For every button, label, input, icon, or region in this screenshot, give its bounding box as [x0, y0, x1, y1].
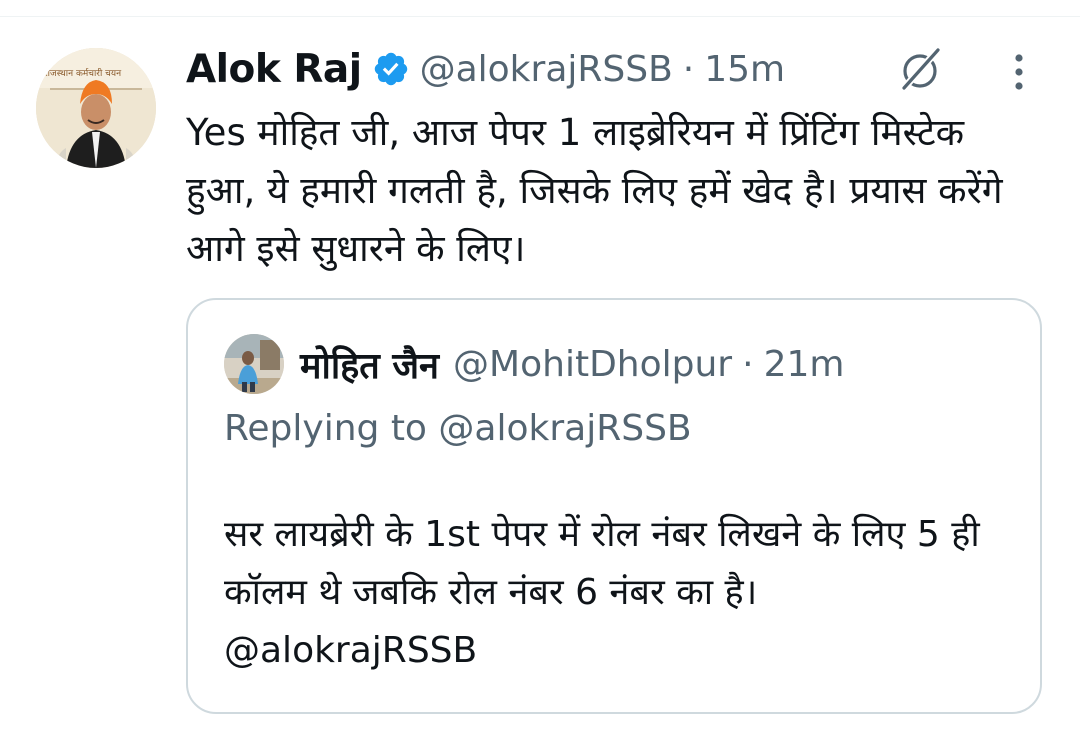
avatar-banner-text: राजस्थान कर्मचारी चयन	[44, 67, 122, 79]
author-avatar-image: राजस्थान कर्मचारी चयन	[36, 48, 156, 168]
quoted-tweet-timestamp[interactable]: 21m	[764, 344, 845, 385]
top-divider	[0, 16, 1080, 17]
quoted-author-handle[interactable]: @MohitDholpur	[453, 344, 732, 385]
grok-icon[interactable]	[894, 44, 946, 96]
separator-dot: ·	[682, 48, 695, 90]
replying-to-text: Replying to @alokrajRSSB	[224, 408, 692, 449]
quoted-tweet-card[interactable]: मोहित जैन @MohitDholpur · 21m Replying t…	[186, 298, 1042, 714]
more-vertical-icon[interactable]	[1006, 50, 1032, 94]
tweet-text: Yes मोहित जी, आज पेपर 1 लाइब्रेरियन में …	[186, 111, 1003, 270]
verified-badge-icon	[374, 52, 407, 86]
quoted-author-avatar[interactable]	[224, 334, 284, 394]
author-name[interactable]: Alok Raj	[186, 47, 362, 92]
author-avatar[interactable]: राजस्थान कर्मचारी चयन	[36, 48, 156, 168]
quoted-author-name[interactable]: मोहित जैन	[300, 340, 439, 389]
quoted-separator-dot: ·	[742, 343, 754, 385]
quoted-tweet-text: सर लायब्रेरी के 1st पेपर में रोल नंबर लि…	[224, 514, 980, 671]
author-handle[interactable]: @alokrajRSSB	[420, 49, 673, 90]
tweet-header: Alok Raj @alokrajRSSB · 15m	[186, 44, 785, 94]
quoted-tweet-header: मोहित जैन @MohitDholpur · 21m	[300, 336, 844, 392]
quoted-author-avatar-image	[224, 334, 284, 394]
tweet-timestamp[interactable]: 15m	[704, 49, 785, 90]
